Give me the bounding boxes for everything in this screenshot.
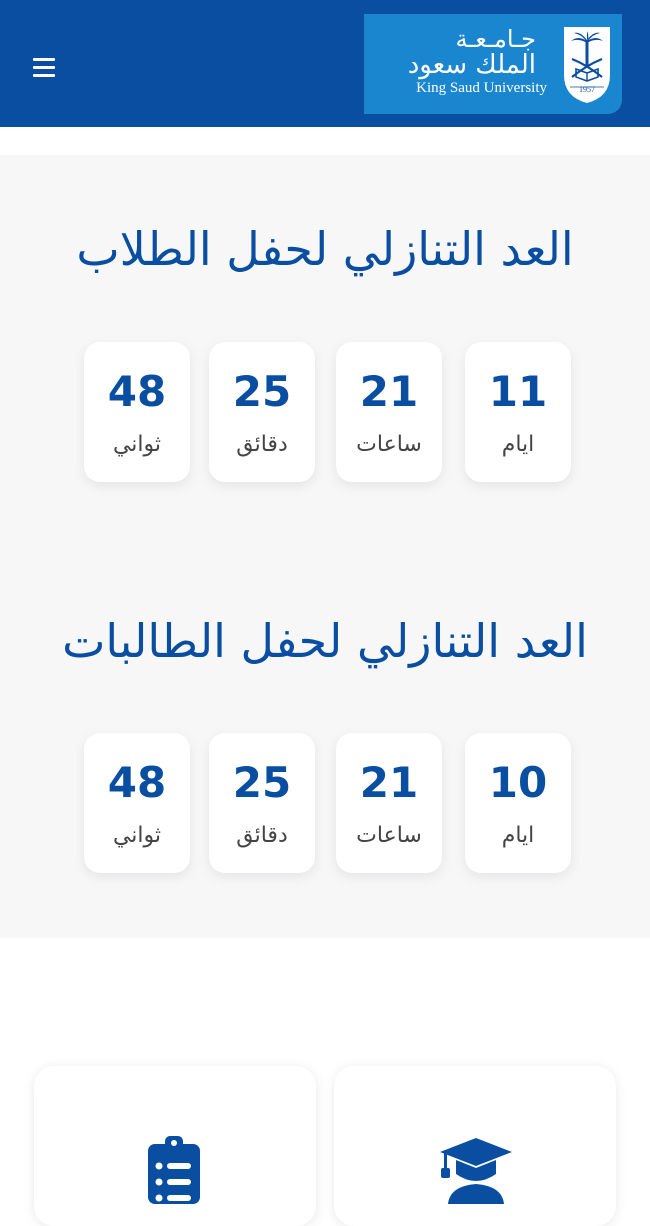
countdown-value: 21 xyxy=(359,367,419,416)
countdown-value: 25 xyxy=(232,367,292,416)
countdown-value: 25 xyxy=(232,758,292,807)
clipboard-checklist-icon xyxy=(148,1136,200,1204)
countdown-value: 11 xyxy=(488,367,548,416)
countdown-value: 21 xyxy=(359,758,419,807)
feature-card-graduate[interactable] xyxy=(334,1066,616,1226)
countdown-unit: ساعات xyxy=(356,432,422,457)
male-countdown-seconds: 48 ثواني xyxy=(84,342,190,482)
male-ceremony-countdown-title: العد التنازلي لحفل الطلاب xyxy=(76,222,574,276)
male-countdown-hours: 21 ساعات xyxy=(336,342,442,482)
female-ceremony-countdown-title: العد التنازلي لحفل الطالبات xyxy=(62,614,588,668)
logo-arabic-line2: الملك سعود xyxy=(407,50,536,80)
countdown-unit: ايام xyxy=(501,432,535,457)
countdown-unit: دقائق xyxy=(236,823,288,848)
female-countdown-seconds: 48 ثواني xyxy=(84,733,190,873)
logo-english-name: King Saud University xyxy=(416,80,547,96)
countdown-unit: دقائق xyxy=(236,432,288,457)
countdown-value: 48 xyxy=(107,758,167,807)
female-countdown-minutes: 25 دقائق xyxy=(209,733,315,873)
countdown-unit: ايام xyxy=(501,823,535,848)
countdown-unit: ثواني xyxy=(112,432,162,457)
countdown-unit: ساعات xyxy=(356,823,422,848)
seal-year: 1957 xyxy=(579,85,595,94)
logo-arabic-line1: جـامـعـة xyxy=(455,25,536,53)
male-countdown-minutes: 25 دقائق xyxy=(209,342,315,482)
male-countdown-days: 11 ايام xyxy=(465,342,571,482)
female-countdown-days: 10 ايام xyxy=(465,733,571,873)
countdown-unit: ثواني xyxy=(112,823,162,848)
countdown-value: 10 xyxy=(488,758,548,807)
university-logo[interactable]: جـامـعـة الملك سعود King Saud University xyxy=(364,14,622,114)
hamburger-menu-icon[interactable] xyxy=(33,56,57,80)
countdown-section: العد التنازلي لحفل الطلاب 11 ايام 21 ساع… xyxy=(0,155,650,938)
graduate-icon xyxy=(440,1138,512,1204)
countdown-value: 48 xyxy=(107,367,167,416)
feature-card-checklist[interactable] xyxy=(34,1066,316,1226)
university-seal-icon: 1957 xyxy=(560,23,614,105)
female-countdown-hours: 21 ساعات xyxy=(336,733,442,873)
app-header: جـامـعـة الملك سعود King Saud University xyxy=(0,0,650,127)
